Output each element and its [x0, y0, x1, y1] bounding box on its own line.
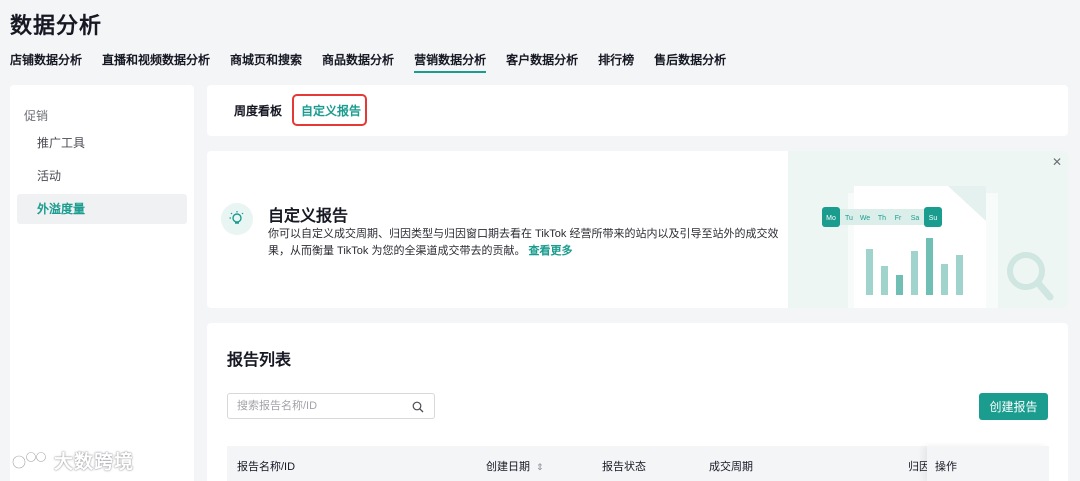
sidebar-item-campaigns[interactable]: 活动 — [17, 161, 187, 191]
column-report-name: 报告名称/ID — [237, 461, 296, 473]
day-label-sa: Sa — [911, 215, 920, 222]
tab-marketing-analytics[interactable]: 营销数据分析 — [414, 52, 487, 74]
report-table-header: 报告名称/ID 创建日期 ⇕ 报告状态 成交周期 归因 操作 — [227, 446, 1049, 481]
report-list-card: 报告列表 创建报告 报告名称/ID 创建日期⇕ 报告状态 成交周期 归因 操作 — [207, 323, 1068, 481]
subtab-weekly-dashboard[interactable]: 周度看板 — [234, 102, 282, 119]
subtab-custom-report[interactable]: 自定义报告 — [301, 102, 361, 119]
sidebar-item-spillover-measurement[interactable]: 外溢度量 — [17, 194, 187, 224]
close-icon[interactable]: ✕ — [1052, 155, 1062, 169]
tab-product-analytics[interactable]: 商品数据分析 — [322, 52, 394, 74]
day-label-tu: Tu — [845, 215, 853, 222]
tab-rankings[interactable]: 排行榜 — [598, 52, 634, 74]
illustration-bar — [896, 275, 903, 295]
illustration-bar — [941, 264, 948, 295]
watermark-text: 大数跨境 — [54, 452, 135, 473]
column-actions-label: 操作 — [935, 461, 957, 473]
search-icon[interactable] — [412, 400, 424, 418]
illustration-bar — [866, 249, 873, 295]
illustration-bar — [881, 266, 888, 295]
sidebar-group-promotion: 促销 — [24, 109, 49, 123]
tab-customer-analytics[interactable]: 客户数据分析 — [506, 52, 578, 74]
illustration-bar — [956, 255, 963, 295]
sort-icon[interactable]: ⇕ — [536, 462, 544, 472]
illustration-bar — [911, 251, 918, 295]
tab-after-sales-analytics[interactable]: 售后数据分析 — [654, 52, 726, 74]
tab-shop-analytics[interactable]: 店铺数据分析 — [10, 52, 82, 74]
day-label-mo: Mo — [826, 215, 836, 222]
day-label-su: Su — [929, 215, 938, 222]
search-input[interactable] — [228, 394, 398, 418]
column-report-status: 报告状态 — [602, 461, 646, 473]
learn-more-link[interactable]: 查看更多 — [529, 245, 573, 257]
illustration-bar — [926, 238, 933, 295]
sidebar: 促销 推广工具 活动 外溢度量 — [10, 85, 194, 481]
column-created-date[interactable]: 创建日期 ⇕ — [486, 458, 544, 474]
column-actions: 操作 — [927, 446, 1049, 481]
tab-mall-search[interactable]: 商城页和搜索 — [230, 52, 302, 74]
lightbulb-icon — [221, 203, 253, 235]
tab-live-video-analytics[interactable]: 直播和视频数据分析 — [102, 52, 210, 74]
subtab-bar: 周度看板 自定义报告 — [207, 85, 1068, 136]
day-label-fr: Fr — [895, 215, 902, 222]
page-title: 数据分析 — [10, 13, 103, 38]
day-label-th: Th — [878, 215, 886, 222]
day-label-we: We — [860, 215, 870, 222]
report-list-title: 报告列表 — [227, 352, 292, 369]
watermark: 大数跨境 — [10, 447, 134, 474]
sidebar-item-promotion-tools[interactable]: 推广工具 — [17, 128, 187, 158]
create-report-button[interactable]: 创建报告 — [979, 393, 1048, 420]
search-box — [227, 393, 435, 419]
banner-title: 自定义报告 — [268, 208, 349, 225]
watermark-logo-icon — [12, 451, 47, 469]
banner-description-text: 你可以自定义成交周期、归因类型与归因窗口期去看在 TikTok 经营所带来的站内… — [268, 228, 779, 257]
column-deal-cycle: 成交周期 — [709, 461, 753, 473]
top-nav: 店铺数据分析 直播和视频数据分析 商城页和搜索 商品数据分析 营销数据分析 客户… — [0, 52, 736, 74]
banner-description: 你可以自定义成交周期、归因类型与归因窗口期去看在 TikTok 经营所带来的站内… — [268, 226, 788, 260]
report-illustration: Mo Tu We Th Fr Sa Su — [788, 151, 1068, 308]
column-created-date-label: 创建日期 — [486, 461, 530, 473]
custom-report-banner: 自定义报告 你可以自定义成交周期、归因类型与归因窗口期去看在 TikTok 经营… — [207, 151, 1068, 308]
